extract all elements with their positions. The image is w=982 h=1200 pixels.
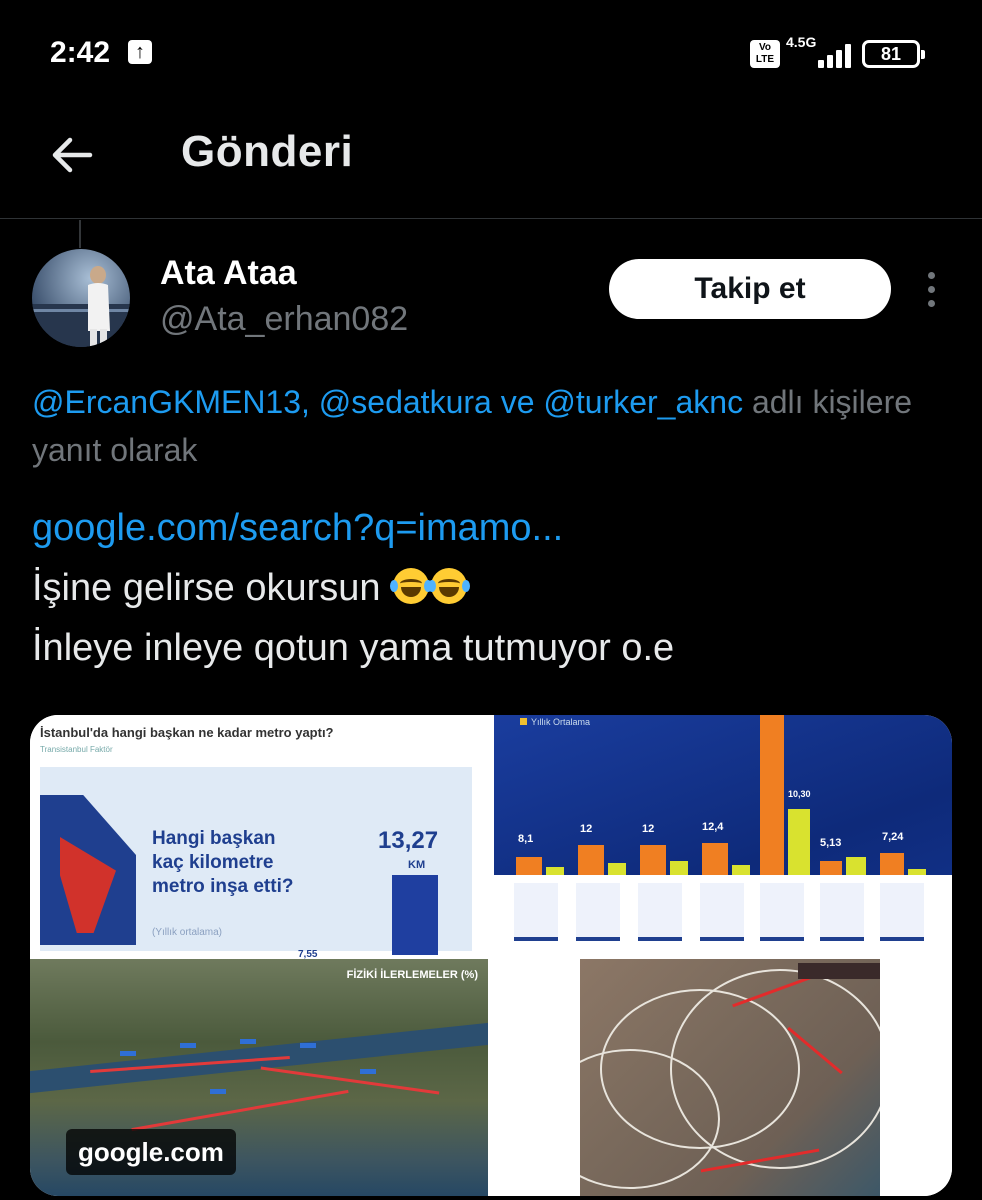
chart-value: 7,24 bbox=[882, 831, 904, 843]
infographic-unit: KM bbox=[408, 859, 426, 871]
image-subtitle: Transistanbul Faktör bbox=[40, 745, 113, 754]
chart-bar bbox=[788, 809, 810, 875]
battery-icon: 81 bbox=[862, 40, 925, 68]
map-label bbox=[180, 1043, 196, 1048]
chart-value: 12 bbox=[580, 823, 593, 835]
infographic-value: 13,27 bbox=[378, 827, 439, 854]
tweet-line: İşine gelirse okursun bbox=[32, 567, 381, 609]
upload-icon: ↑ bbox=[128, 40, 152, 64]
chart-value: 10,30 bbox=[788, 789, 811, 799]
chart-name-cell bbox=[700, 883, 744, 941]
arrow-left-icon bbox=[52, 137, 93, 173]
chart-value: 12,4 bbox=[702, 821, 724, 833]
chart-name-cell bbox=[638, 883, 682, 941]
tweet-line: İnleye inleye qotun yama tutmuyor o.e bbox=[32, 627, 675, 669]
tweet-link[interactable]: google.com/search?q=imamo... bbox=[32, 498, 942, 558]
more-options-icon[interactable] bbox=[922, 272, 942, 308]
media-grid[interactable]: İstanbul'da hangi başkan ne kadar metro … bbox=[30, 715, 952, 1196]
chart-value: 8,1 bbox=[518, 833, 534, 845]
map-label bbox=[210, 1089, 226, 1094]
chart-legend: Yıllık Ortalama bbox=[520, 717, 590, 727]
chart-name-cell bbox=[514, 883, 558, 941]
status-bar: 2:42 ↑ Vo LTE 4.5G 81 bbox=[0, 0, 982, 105]
mention-link[interactable]: @ErcanGKMEN13, bbox=[32, 384, 310, 420]
back-button[interactable] bbox=[44, 127, 100, 183]
media-image-route-map[interactable] bbox=[494, 959, 952, 1196]
laughing-tears-emoji-icon bbox=[428, 568, 471, 604]
metro-route bbox=[260, 1066, 440, 1095]
chart-name-cell bbox=[576, 883, 620, 941]
chart-value: 12 bbox=[642, 823, 655, 835]
laughing-tears-emoji-icon bbox=[390, 568, 433, 604]
status-time: 2:42 bbox=[50, 36, 111, 69]
metro-route bbox=[131, 1089, 349, 1132]
chart-value: 5,13 bbox=[820, 837, 842, 849]
chart-bar bbox=[702, 843, 728, 875]
infographic-panel: Hangi başkan kaç kilometre metro inşa et… bbox=[40, 767, 472, 960]
page-title: Gönderi bbox=[181, 127, 354, 176]
chart-name-cell bbox=[820, 883, 864, 941]
avatar-image bbox=[32, 266, 130, 347]
headline-line: metro inşa etti? bbox=[152, 876, 294, 897]
chart-bar bbox=[820, 861, 842, 875]
headline-line: Hangi başkan bbox=[152, 828, 276, 849]
map-label bbox=[360, 1069, 376, 1074]
signal-icon bbox=[808, 40, 854, 68]
reply-joiner: ve bbox=[500, 384, 535, 420]
infographic-headline: Hangi başkan kaç kilometre metro inşa et… bbox=[152, 827, 293, 899]
map-label bbox=[240, 1039, 256, 1044]
map-title: FİZİKİ İLERLEMELER (%) bbox=[346, 969, 478, 981]
chart-bar bbox=[516, 857, 542, 875]
author-handle[interactable]: @Ata_erhan082 bbox=[160, 300, 408, 339]
infographic-caption: (Yıllık ortalama) bbox=[152, 927, 223, 938]
chart-bar bbox=[546, 867, 564, 875]
chart-bar bbox=[732, 865, 750, 875]
chart-bar bbox=[670, 861, 688, 875]
map-label bbox=[300, 1043, 316, 1048]
chart-bar bbox=[608, 863, 626, 875]
mention-link[interactable]: @turker_aknc bbox=[543, 384, 743, 420]
thread-connector bbox=[79, 220, 81, 248]
infographic-bar bbox=[392, 875, 438, 955]
avatar[interactable] bbox=[32, 249, 130, 347]
headline-line: kaç kilometre bbox=[152, 852, 274, 873]
media-image-bar-chart[interactable]: Yıllık Ortalama 8,1 12 12 12,4 10,30 5,1… bbox=[494, 715, 952, 951]
tweet-text: google.com/search?q=imamo... İşine gelir… bbox=[32, 498, 942, 678]
volte-icon: Vo LTE bbox=[750, 40, 780, 68]
author-name[interactable]: Ata Ataa bbox=[160, 254, 297, 293]
media-image-satellite-map[interactable]: FİZİKİ İLERLEMELER (%) google.com bbox=[30, 959, 488, 1196]
chart-bar bbox=[880, 853, 904, 875]
mention-link[interactable]: @sedatkura bbox=[319, 384, 492, 420]
link-domain-badge[interactable]: google.com bbox=[66, 1129, 236, 1175]
top-app-bar: Gönderi bbox=[0, 105, 982, 219]
image-title: İstanbul'da hangi başkan ne kadar metro … bbox=[40, 725, 334, 740]
chart-bar bbox=[640, 845, 666, 875]
chart-bar bbox=[760, 715, 784, 875]
map-header-box bbox=[798, 963, 880, 979]
chart-name-cell bbox=[760, 883, 804, 941]
map-label bbox=[120, 1051, 136, 1056]
chart-name-cell bbox=[880, 883, 924, 941]
follow-button[interactable]: Takip et bbox=[609, 259, 891, 319]
route-map bbox=[580, 959, 880, 1196]
media-image-metro-infographic[interactable]: İstanbul'da hangi başkan ne kadar metro … bbox=[30, 715, 488, 960]
reply-context: @ErcanGKMEN13, @sedatkura ve @turker_akn… bbox=[32, 378, 932, 474]
chart-bar bbox=[578, 845, 604, 875]
chart-bar bbox=[846, 857, 866, 875]
